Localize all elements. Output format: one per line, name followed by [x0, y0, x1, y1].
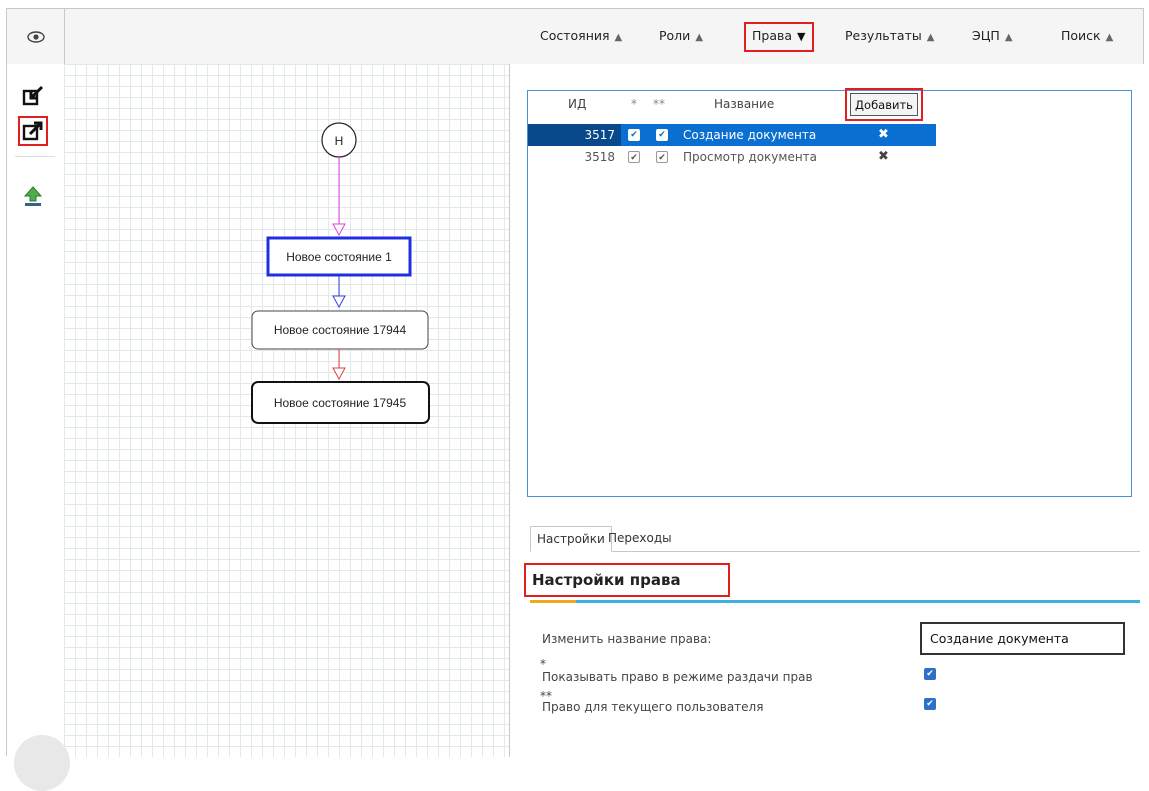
menu-results[interactable]: Результаты ▲: [845, 23, 934, 49]
transition-edge[interactable]: [332, 349, 346, 381]
section-divider: [530, 600, 1140, 603]
row-checkbox-show[interactable]: ✔: [628, 129, 640, 141]
state-node-2[interactable]: Новое состояние 17944: [251, 310, 429, 350]
chevron-up-icon: ▲: [926, 32, 935, 43]
rights-grid: ИД * ** Название Добавить 3517 ✔ ✔ Созда…: [527, 88, 1132, 497]
chevron-up-icon: ▲: [1004, 32, 1013, 43]
state-node-1[interactable]: Новое состояние 1: [266, 236, 412, 277]
col-name-header: Название: [714, 97, 775, 111]
add-right-button[interactable]: Добавить: [845, 88, 923, 121]
col-id-header: ИД: [568, 97, 587, 111]
scroll-indicator: [14, 735, 70, 791]
chevron-up-icon: ▲: [695, 32, 704, 43]
upload-icon: [23, 186, 43, 206]
state-node-3[interactable]: Новое состояние 17945: [251, 381, 430, 424]
menu-search[interactable]: Поиск ▲: [1061, 23, 1113, 49]
menu-search-label: Поиск: [1061, 28, 1101, 43]
diagram-svg: Н Новое состояние 1 Новое состояние 1794…: [251, 122, 430, 424]
chevron-down-icon: ▼: [797, 30, 806, 43]
section-divider-accent: [530, 600, 576, 603]
export-icon: [22, 121, 43, 141]
menu-signature-label: ЭЦП: [972, 28, 1000, 43]
delete-icon[interactable]: ✖: [878, 146, 889, 168]
menu-rights-label: Права: [752, 28, 793, 43]
section-title: Настройки права: [524, 563, 730, 597]
option2-label: Право для текущего пользователя: [542, 700, 764, 714]
option2-checkbox[interactable]: ✔: [924, 698, 936, 710]
tab-settings[interactable]: Настройки: [530, 526, 612, 552]
settings-tabs: Настройки Переходы: [530, 526, 1140, 552]
option1-label: Показывать право в режиме раздачи прав: [542, 670, 813, 684]
row-id: 3517: [528, 124, 621, 146]
table-row[interactable]: 3517 ✔ ✔ Создание документа ✖: [528, 124, 936, 146]
col-star2-header: **: [653, 97, 665, 111]
row-checkbox-current-user[interactable]: ✔: [656, 129, 668, 141]
state-node-1-label: Новое состояние 1: [286, 250, 392, 264]
diagram-canvas[interactable]: Н Новое состояние 1 Новое состояние 1794…: [64, 64, 510, 757]
menu-roles-label: Роли: [659, 28, 691, 43]
toolbar-divider: [15, 156, 55, 157]
properties-panel: ИД * ** Название Добавить 3517 ✔ ✔ Созда…: [510, 64, 1145, 757]
rename-label: Изменить название права:: [542, 632, 712, 646]
row-id: 3518: [584, 150, 615, 164]
view-toggle[interactable]: [7, 9, 65, 64]
import-button[interactable]: [21, 84, 45, 108]
start-node[interactable]: Н: [321, 122, 357, 158]
menu-roles[interactable]: Роли ▲: [659, 23, 703, 49]
row-checkbox-show[interactable]: ✔: [628, 151, 640, 163]
delete-icon[interactable]: ✖: [878, 124, 889, 146]
row-name: Создание документа: [683, 128, 817, 142]
option1-checkbox[interactable]: ✔: [924, 668, 936, 680]
right-name-input[interactable]: [920, 622, 1125, 655]
chevron-up-icon: ▲: [1105, 32, 1114, 43]
upload-button[interactable]: [21, 184, 45, 208]
top-menu-bar: Состояния ▲ Роли ▲ Права ▼ Результаты ▲ ЭЦП ▲…: [7, 9, 1143, 65]
start-node-label: Н: [335, 134, 344, 148]
menu-rights[interactable]: Права ▼: [744, 22, 814, 52]
col-star1-header: *: [631, 97, 637, 111]
export-button[interactable]: [18, 116, 48, 146]
row-name: Просмотр документа: [683, 150, 818, 164]
state-node-3-label: Новое состояние 17945: [274, 396, 407, 410]
import-icon: [22, 85, 44, 106]
state-node-2-label: Новое состояние 17944: [274, 323, 407, 337]
menu-states-label: Состояния: [540, 28, 610, 43]
transition-edge[interactable]: [332, 276, 346, 309]
chevron-up-icon: ▲: [614, 32, 623, 43]
eye-icon: [26, 30, 45, 43]
app-window: Состояния ▲ Роли ▲ Права ▼ Результаты ▲ ЭЦП ▲…: [6, 8, 1145, 757]
left-toolbar: [7, 64, 65, 757]
option1-mark: *: [540, 657, 546, 671]
menu-states[interactable]: Состояния ▲: [540, 23, 622, 49]
menu-results-label: Результаты: [845, 28, 922, 43]
transition-edge[interactable]: [332, 157, 346, 237]
row-checkbox-current-user[interactable]: ✔: [656, 151, 668, 163]
table-row[interactable]: 3518 ✔ ✔ Просмотр документа ✖: [528, 146, 936, 168]
menu-signature[interactable]: ЭЦП ▲: [972, 23, 1013, 49]
tab-transitions[interactable]: Переходы: [602, 526, 678, 550]
